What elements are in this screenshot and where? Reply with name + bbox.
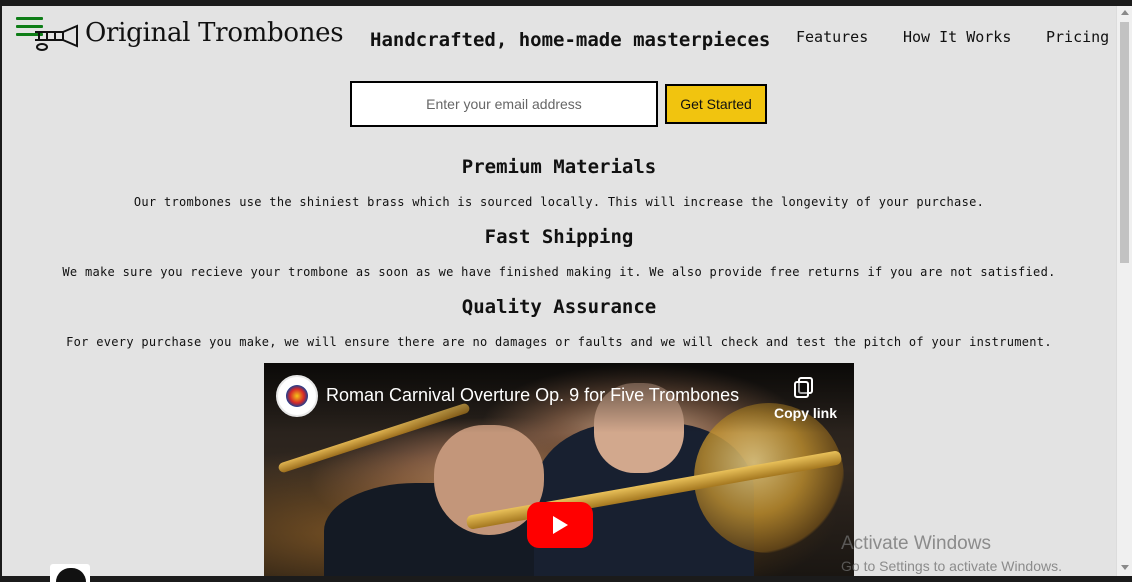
trombone-logo-icon	[35, 24, 78, 51]
email-field[interactable]	[350, 81, 658, 127]
channel-avatar[interactable]	[276, 375, 318, 417]
nav-link-pricing[interactable]: Pricing	[1046, 28, 1109, 46]
feature-title-fast-shipping: Fast Shipping	[484, 226, 634, 248]
copy-link-icon[interactable]	[792, 375, 816, 399]
tagline: Handcrafted, home-made masterpieces	[370, 29, 771, 51]
scroll-down-arrow-icon[interactable]	[1121, 565, 1129, 570]
feature-text-quality-assurance: For every purchase you make, we will ens…	[66, 335, 1052, 349]
feature-title-premium-materials: Premium Materials	[461, 156, 657, 178]
nav-link-features[interactable]: Features	[796, 28, 868, 46]
vertical-scrollbar[interactable]	[1116, 6, 1132, 576]
video-title[interactable]: Roman Carnival Overture Op. 9 for Five T…	[326, 385, 739, 406]
feature-title-quality-assurance: Quality Assurance	[461, 296, 657, 318]
nav-link-how-it-works[interactable]: How It Works	[903, 28, 1011, 46]
get-started-button[interactable]: Get Started	[665, 84, 767, 124]
scrollbar-thumb[interactable]	[1120, 22, 1129, 263]
taskbar-app-icon[interactable]	[50, 564, 90, 582]
copy-link-label[interactable]: Copy link	[774, 405, 837, 421]
activate-windows-subtitle: Go to Settings to activate Windows.	[841, 558, 1062, 574]
web-page: Original Trombones Handcrafted, home-mad…	[2, 6, 1116, 576]
activate-windows-title: Activate Windows	[841, 533, 991, 554]
play-icon[interactable]	[527, 502, 593, 548]
feature-text-premium-materials: Our trombones use the shiniest brass whi…	[133, 195, 985, 209]
brand-name[interactable]: Original Trombones	[85, 18, 344, 48]
taskbar	[0, 576, 1132, 582]
scroll-up-arrow-icon[interactable]	[1121, 10, 1129, 15]
feature-text-fast-shipping: We make sure you recieve your trombone a…	[62, 265, 1056, 279]
video-embed[interactable]: Roman Carnival Overture Op. 9 for Five T…	[264, 363, 854, 576]
